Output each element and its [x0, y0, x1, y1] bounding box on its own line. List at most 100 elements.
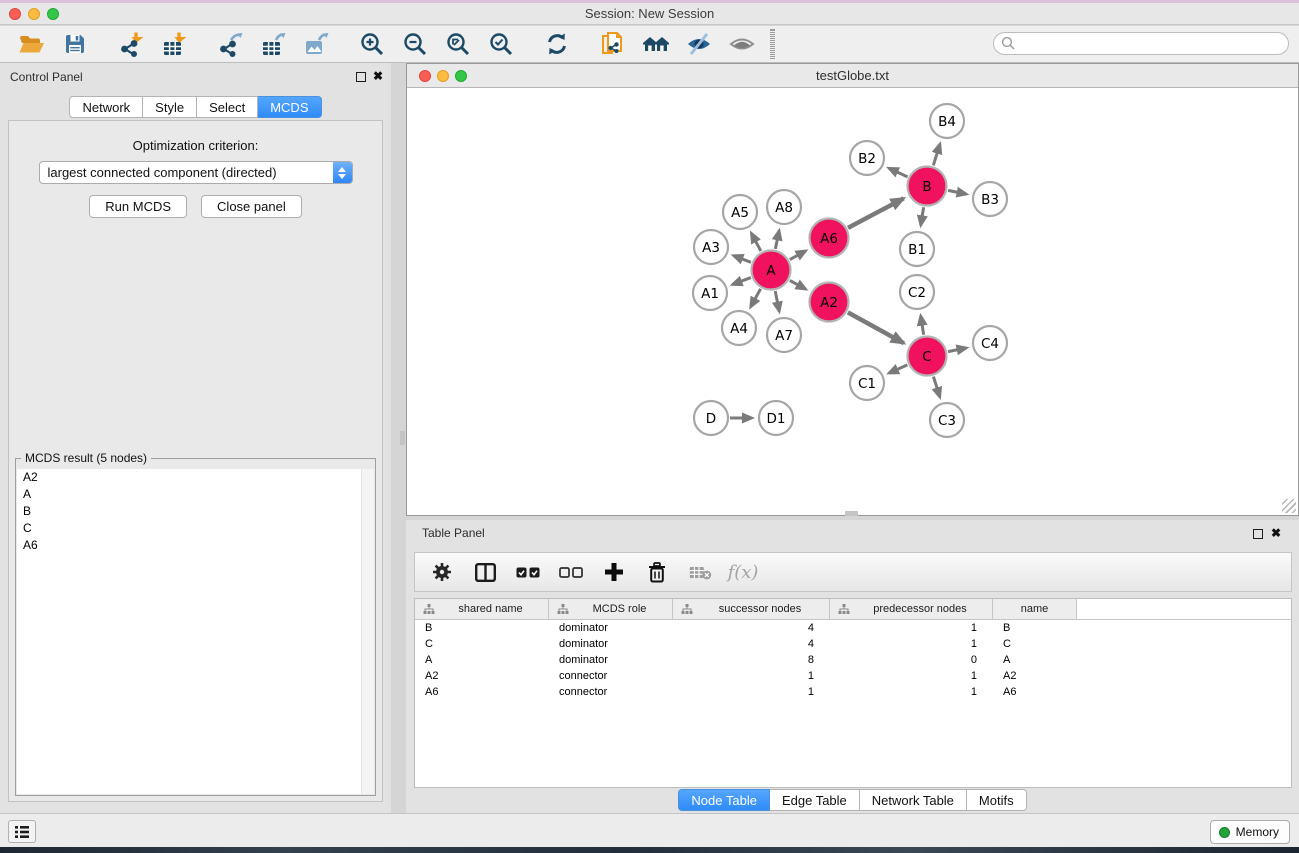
resize-grip[interactable] [1282, 499, 1296, 513]
graph-node-A[interactable]: A [752, 251, 791, 290]
search-input[interactable] [993, 32, 1289, 55]
close-panel-icon[interactable]: ✖ [373, 68, 383, 84]
mcds-result-list[interactable]: A2ABCA6 [17, 469, 374, 794]
mcds-result-item[interactable]: C [17, 520, 374, 537]
tab-edge-table[interactable]: Edge Table [770, 789, 860, 811]
column-header-predecessor-nodes[interactable]: predecessor nodes [830, 599, 993, 619]
save-session-button[interactable] [58, 29, 92, 59]
delete-column-button[interactable] [645, 560, 669, 584]
graph-node-A1[interactable]: A1 [693, 276, 727, 310]
graph-node-C2[interactable]: C2 [900, 275, 934, 309]
column-header-shared-name[interactable]: shared name [415, 599, 549, 619]
optimization-criterion-select[interactable]: largest connected component (directed) [39, 161, 353, 184]
first-neighbors-button[interactable] [639, 29, 673, 59]
graph-node-B2[interactable]: B2 [850, 141, 884, 175]
network-window-titlebar[interactable]: testGlobe.txt [407, 64, 1298, 88]
table-mode-button[interactable] [430, 560, 454, 584]
tab-select[interactable]: Select [197, 96, 258, 118]
import-network-button[interactable] [114, 29, 148, 59]
result-list-scrollbar[interactable] [361, 469, 374, 794]
table-row[interactable]: Bdominator41B [415, 620, 1291, 636]
graph-node-A2[interactable]: A2 [810, 283, 849, 322]
float-panel-icon[interactable] [356, 72, 366, 82]
zoom-in-button[interactable] [355, 29, 389, 59]
table-row[interactable]: A6connector11A6 [415, 684, 1291, 700]
show-columns-button[interactable] [473, 560, 497, 584]
graph-edge-A-A5[interactable] [751, 233, 761, 251]
select-all-button[interactable] [516, 560, 540, 584]
graph-node-C1[interactable]: C1 [850, 366, 884, 400]
tab-network-table[interactable]: Network Table [860, 789, 967, 811]
network-from-selection-button[interactable] [596, 29, 630, 59]
tab-node-table[interactable]: Node Table [678, 789, 770, 811]
graph-edge-B-B2[interactable] [889, 168, 908, 177]
tab-motifs[interactable]: Motifs [967, 789, 1027, 811]
graph-edge-C-C4[interactable] [948, 348, 966, 352]
graph-node-A3[interactable]: A3 [694, 230, 728, 264]
task-history-button[interactable] [8, 820, 36, 843]
close-panel-button[interactable]: Close panel [201, 195, 302, 218]
graph-edge-C-C2[interactable] [921, 316, 924, 335]
show-all-button[interactable] [725, 29, 759, 59]
graph-node-C3[interactable]: C3 [930, 403, 964, 437]
zoom-out-button[interactable] [398, 29, 432, 59]
scrollbar-stub[interactable] [845, 511, 858, 516]
graph-node-B3[interactable]: B3 [973, 182, 1007, 216]
export-table-button[interactable] [256, 29, 290, 59]
network-graph[interactable]: AA1A2A3A4A5A6A7A8BB1B2B3B4CC1C2C3C4DD1 [407, 89, 1298, 516]
run-mcds-button[interactable]: Run MCDS [89, 195, 187, 218]
main-titlebar[interactable]: Session: New Session [0, 3, 1299, 25]
graph-node-D[interactable]: D [694, 401, 728, 435]
deselect-all-button[interactable] [559, 560, 583, 584]
graph-edge-A2-C[interactable] [848, 312, 904, 343]
graph-edge-A-A3[interactable] [733, 256, 751, 263]
graph-node-B1[interactable]: B1 [900, 232, 934, 266]
tab-mcds[interactable]: MCDS [258, 96, 321, 118]
table-close-panel-icon[interactable]: ✖ [1271, 525, 1281, 541]
close-window-icon[interactable] [9, 8, 21, 20]
table-row[interactable]: Adominator80A [415, 652, 1291, 668]
mcds-result-item[interactable]: B [17, 503, 374, 520]
graph-edge-A-A4[interactable] [751, 289, 761, 307]
column-header-successor-nodes[interactable]: successor nodes [673, 599, 830, 619]
graph-node-A6[interactable]: A6 [810, 219, 849, 258]
apply-layout-button[interactable] [540, 29, 574, 59]
graph-edge-C-C3[interactable] [933, 377, 939, 398]
column-header-name[interactable]: name [993, 599, 1077, 619]
add-column-button[interactable] [602, 560, 626, 584]
scrollbar-stub[interactable] [400, 431, 405, 445]
zoom-window-icon[interactable] [47, 8, 59, 20]
column-header-MCDS-role[interactable]: MCDS role [549, 599, 673, 619]
graph-edge-A-A1[interactable] [732, 278, 750, 285]
graph-edge-C-C1[interactable] [889, 365, 908, 373]
network-minimize-icon[interactable] [437, 70, 449, 82]
graph-node-A8[interactable]: A8 [767, 190, 801, 224]
network-canvas[interactable]: AA1A2A3A4A5A6A7A8BB1B2B3B4CC1C2C3C4DD1 [407, 89, 1298, 515]
graph-node-D1[interactable]: D1 [759, 401, 793, 435]
graph-edge-B-B3[interactable] [948, 190, 966, 194]
network-zoom-icon[interactable] [455, 70, 467, 82]
hide-selected-button[interactable] [682, 29, 716, 59]
graph-node-A7[interactable]: A7 [767, 318, 801, 352]
graph-edge-A-A7[interactable] [775, 291, 779, 311]
export-network-button[interactable] [213, 29, 247, 59]
table-row[interactable]: Cdominator41C [415, 636, 1291, 652]
mcds-result-item[interactable]: A [17, 486, 374, 503]
graph-edge-A6-B[interactable] [848, 198, 904, 228]
graph-node-B4[interactable]: B4 [930, 104, 964, 138]
network-close-icon[interactable] [419, 70, 431, 82]
table-float-panel-icon[interactable] [1253, 529, 1263, 539]
import-table-button[interactable] [157, 29, 191, 59]
zoom-selected-button[interactable] [484, 29, 518, 59]
tab-network[interactable]: Network [69, 96, 143, 118]
tab-style[interactable]: Style [143, 96, 197, 118]
export-image-button[interactable] [299, 29, 333, 59]
memory-button[interactable]: Memory [1210, 820, 1290, 844]
graph-edge-A-A6[interactable] [790, 251, 806, 260]
minimize-window-icon[interactable] [28, 8, 40, 20]
graph-edge-B-B4[interactable] [933, 144, 940, 166]
graph-edge-B-B1[interactable] [921, 207, 924, 225]
graph-edge-A-A8[interactable] [775, 231, 779, 249]
graph-node-B[interactable]: B [908, 167, 947, 206]
graph-node-C[interactable]: C [908, 337, 947, 376]
